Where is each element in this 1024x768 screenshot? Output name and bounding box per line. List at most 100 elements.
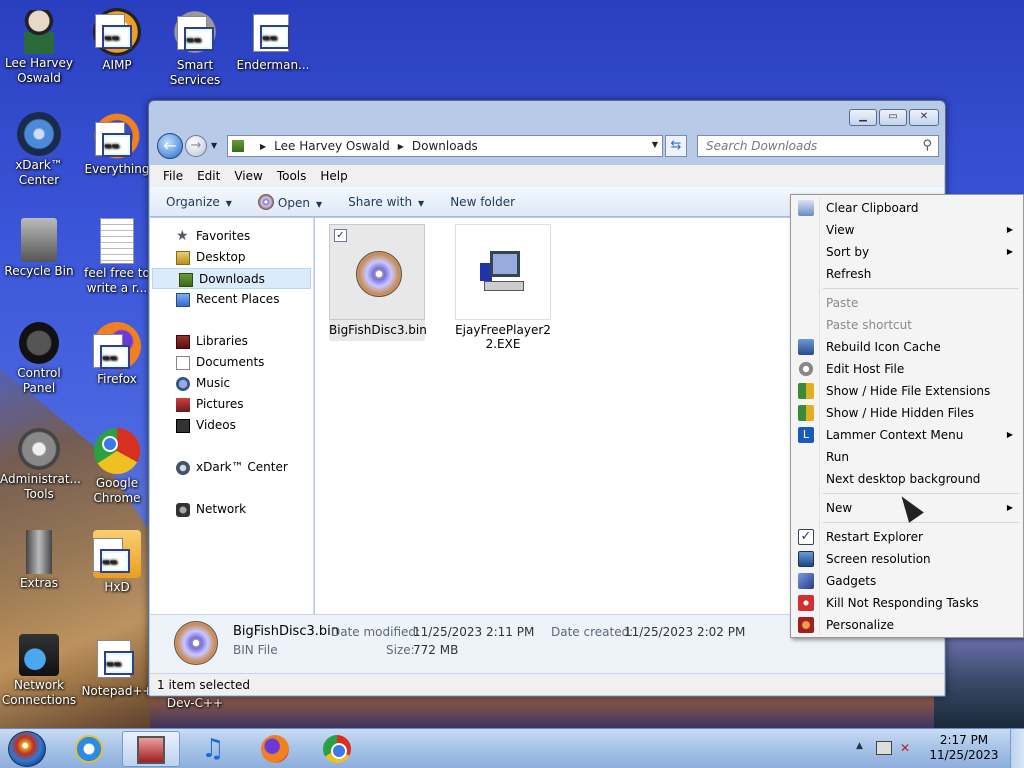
sidebar-item-recent-places[interactable]: Recent Places xyxy=(150,289,313,310)
clock[interactable]: 2:17 PM 11/25/2023 xyxy=(926,733,1002,763)
address-bar[interactable]: ▶ Lee Harvey Oswald ▶ Downloads ▼ xyxy=(227,135,663,157)
search-placeholder: Search Downloads xyxy=(706,139,818,153)
sidebar-item-music[interactable]: Music xyxy=(150,373,313,394)
share-with-button[interactable]: Share with ▼ xyxy=(348,195,424,209)
menu-tools[interactable]: Tools xyxy=(272,169,312,183)
menu-item-show-hide-hidden[interactable]: Show / Hide Hidden Files xyxy=(793,402,1021,424)
search-input[interactable]: Search Downloads ⚲ xyxy=(697,135,939,157)
sidebar-item-pictures[interactable]: Pictures xyxy=(150,394,313,415)
file-item[interactable]: EjayFreePlayer22.EXE xyxy=(455,224,551,351)
sidebar-item-favorites[interactable]: ★ Favorites xyxy=(150,226,313,247)
desktop-icon-smart-services[interactable]: Smart Services xyxy=(156,8,234,88)
desktop-icon-enderman[interactable]: Enderman... xyxy=(234,8,312,73)
show-hidden-icons-button[interactable]: ▲ xyxy=(856,741,863,751)
menu-edit[interactable]: Edit xyxy=(192,169,225,183)
file-item[interactable]: ✓ BigFishDisc3.bin xyxy=(329,224,427,341)
menu-item-next-desktop-background[interactable]: Next desktop background xyxy=(793,468,1021,490)
menu-item-personalize[interactable]: Personalize xyxy=(793,614,1021,636)
menu-item-view[interactable]: View ▶ xyxy=(793,219,1021,241)
network-status-icon[interactable] xyxy=(876,741,892,755)
start-button[interactable] xyxy=(8,731,46,767)
menu-item-paste: Paste xyxy=(793,292,1021,314)
menu-file[interactable]: File xyxy=(158,169,188,183)
show-desktop-button[interactable] xyxy=(1010,729,1024,768)
forward-button[interactable]: → xyxy=(185,135,207,157)
menu-item-label: Personalize xyxy=(826,618,895,632)
sidebar-item-documents[interactable]: Documents xyxy=(150,352,313,373)
desktop-icon-lee-harvey-oswald[interactable]: Lee Harvey Oswald xyxy=(0,8,78,86)
desktop-icon-dev-cpp[interactable]: Dev-C++ xyxy=(156,696,234,711)
sidebar-item-videos[interactable]: Videos xyxy=(150,415,313,436)
menu-item-restart-explorer[interactable]: ✓ Restart Explorer xyxy=(793,526,1021,548)
desktop-icon-text-file[interactable]: feel free to write a r... xyxy=(78,218,156,296)
chevron-right-icon[interactable]: ▶ xyxy=(398,142,404,151)
chevron-right-icon[interactable]: ▶ xyxy=(260,142,266,151)
menu-item-sort-by[interactable]: Sort by ▶ xyxy=(793,241,1021,263)
context-menu: Clear Clipboard View ▶ Sort by ▶ Refresh P… xyxy=(790,194,1024,638)
menu-item-show-hide-extensions[interactable]: Show / Hide File Extensions xyxy=(793,380,1021,402)
clock-time: 2:17 PM xyxy=(939,733,989,747)
minimize-button[interactable]: ▁ xyxy=(849,109,877,126)
search-icon[interactable]: ⚲ xyxy=(922,138,932,153)
menu-item-label: Show / Hide Hidden Files xyxy=(826,406,974,420)
desktop-icon-google-chrome[interactable]: Google Chrome xyxy=(78,428,156,506)
taskbar-firefox[interactable] xyxy=(246,731,304,767)
desktop-icon-recycle-bin[interactable]: Recycle Bin xyxy=(0,218,78,279)
menu-item-rebuild-icon-cache[interactable]: Rebuild Icon Cache xyxy=(793,336,1021,358)
pictures-icon xyxy=(176,398,190,412)
volume-muted-icon[interactable]: ✕ xyxy=(900,741,916,755)
taskbar-music-player[interactable]: ♫ xyxy=(184,731,242,767)
menu-help[interactable]: Help xyxy=(315,169,352,183)
new-folder-button[interactable]: New folder xyxy=(450,195,515,209)
menu-item-edit-host-file[interactable]: Edit Host File xyxy=(793,358,1021,380)
menu-item-lammer-context-menu[interactable]: L Lammer Context Menu ▶ xyxy=(793,424,1021,446)
desktop-icon-notepad-plus-plus[interactable]: Notepad++ xyxy=(78,634,156,699)
taskbar-windows-explorer[interactable] xyxy=(122,731,180,767)
menu-item-label: View xyxy=(826,223,855,237)
sidebar-item-network[interactable]: Network xyxy=(150,499,313,520)
open-button[interactable]: Open ▼ xyxy=(257,193,322,210)
checkbox-checked-icon[interactable]: ✓ xyxy=(334,229,347,242)
menu-item-label: Gadgets xyxy=(826,574,877,588)
menu-item-kill-not-responding-tasks[interactable]: Kill Not Responding Tasks xyxy=(793,592,1021,614)
menu-item-refresh[interactable]: Refresh xyxy=(793,263,1021,285)
desktop-icon-label: Control Panel xyxy=(17,366,61,395)
recent-pages-dropdown[interactable]: ▼ xyxy=(211,141,217,150)
menu-item-screen-resolution[interactable]: Screen resolution xyxy=(793,548,1021,570)
taskbar-internet-explorer[interactable] xyxy=(60,731,118,767)
desktop-icon-hxd[interactable]: HxD xyxy=(78,530,156,595)
system-tray: ▲ ✕ 2:17 PM 11/25/2023 xyxy=(854,729,1024,768)
taskbar-chrome[interactable] xyxy=(308,731,366,767)
close-button[interactable]: ✕ xyxy=(909,109,939,126)
menu-item-label: Show / Hide File Extensions xyxy=(826,384,991,398)
file-explorer-icon xyxy=(137,736,165,764)
videos-icon xyxy=(176,419,190,433)
sidebar-item-xdark-center[interactable]: xDark™ Center xyxy=(150,457,313,478)
sidebar-item-label: Recent Places xyxy=(196,292,280,306)
refresh-button[interactable]: ⇆ xyxy=(665,135,687,157)
sidebar-item-libraries[interactable]: Libraries xyxy=(150,331,313,352)
menu-item-run[interactable]: Run xyxy=(793,446,1021,468)
menu-view[interactable]: View xyxy=(229,169,267,183)
organize-button[interactable]: Organize ▼ xyxy=(166,195,232,209)
desktop-icon-extras[interactable]: Extras xyxy=(0,530,78,591)
sidebar-item-desktop[interactable]: Desktop xyxy=(150,247,313,268)
desktop-icon-control-panel[interactable]: Control Panel xyxy=(0,322,78,396)
desktop-icon-aimp[interactable]: AIMP xyxy=(78,8,156,73)
breadcrumb-item[interactable]: Lee Harvey Oswald xyxy=(274,139,390,153)
breadcrumb-item[interactable]: Downloads xyxy=(412,139,478,153)
sidebar-item-downloads[interactable]: Downloads xyxy=(152,268,311,289)
desktop-icon-everything[interactable]: Everything xyxy=(78,112,156,177)
music-note-icon: ♫ xyxy=(201,734,225,764)
chevron-down-icon[interactable]: ▼ xyxy=(652,140,658,149)
back-button[interactable]: ← xyxy=(157,133,183,159)
maximize-button[interactable]: ▭ xyxy=(879,109,907,126)
desktop-icon-xdark-center[interactable]: xDark™ Center xyxy=(0,112,78,188)
menu-item-clear-clipboard[interactable]: Clear Clipboard xyxy=(793,197,1021,219)
desktop-icon-label: Recycle Bin xyxy=(4,264,74,278)
desktop-icon-administrative-tools[interactable]: Administrat... Tools xyxy=(0,428,81,502)
window-controls: ▁ ▭ ✕ xyxy=(849,109,939,126)
desktop-icon-firefox[interactable]: Firefox xyxy=(78,322,156,387)
desktop-icon-network-connections[interactable]: Network Connections xyxy=(0,634,78,708)
menu-item-gadgets[interactable]: Gadgets xyxy=(793,570,1021,592)
